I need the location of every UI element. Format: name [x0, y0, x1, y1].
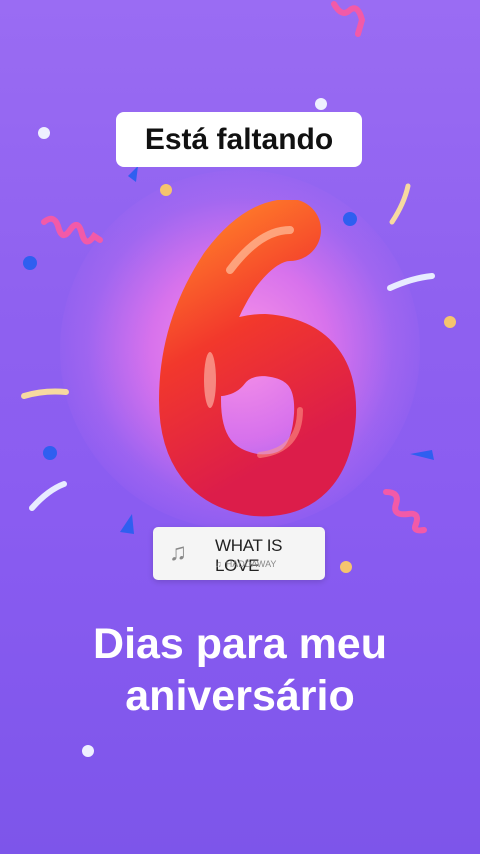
small-note-icon: ♫ [215, 559, 222, 569]
story-canvas: 6 Está faltando ♫ WHAT IS LOVE ♫HADDAWAY… [0, 0, 480, 854]
caption-line-2: aniversário [125, 672, 355, 720]
music-sticker[interactable]: ♫ WHAT IS LOVE ♫ HADDAWAY [153, 527, 325, 580]
balloon-number-six: 6 [159, 200, 357, 517]
song-title: WHAT IS LOVE [215, 536, 283, 575]
song-artist-name: HADDAWAY [225, 559, 277, 569]
music-note-icon: ♫ [169, 539, 187, 566]
caption-text[interactable]: Dias para meu aniversário [0, 618, 480, 722]
caption-line-1: Dias para meu [93, 620, 387, 668]
song-artist: ♫ HADDAWAY [215, 559, 276, 569]
title-text: Está faltando [144, 122, 334, 156]
title-sticker[interactable]: Está faltando [116, 112, 362, 167]
